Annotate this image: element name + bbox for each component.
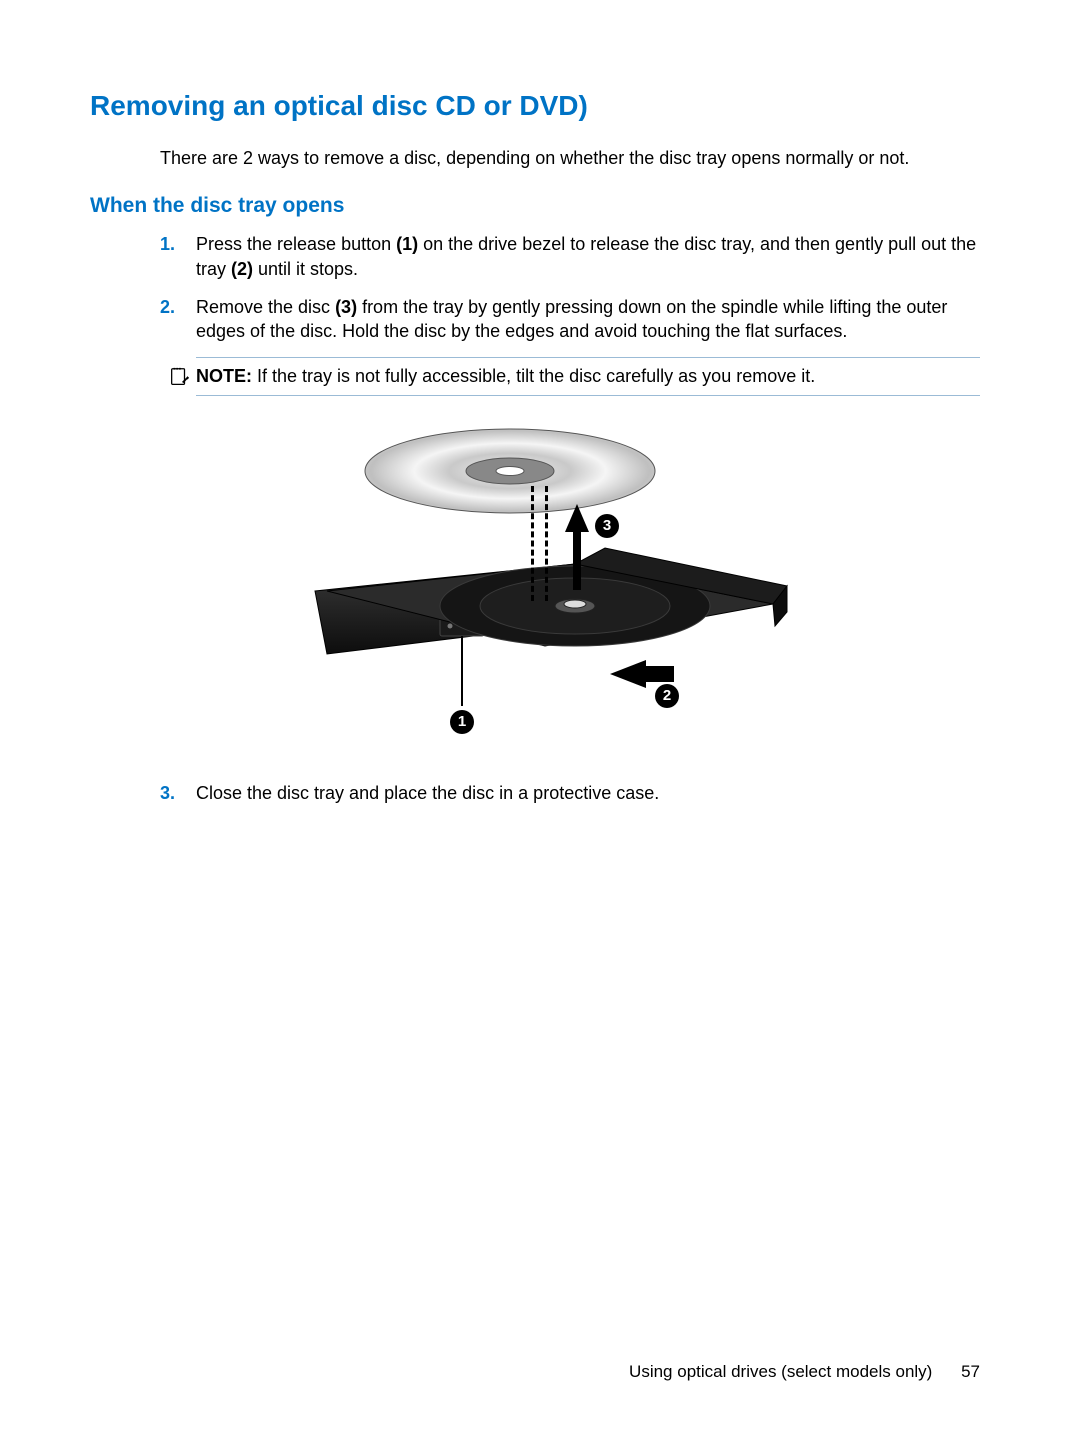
figure-callout: 1 [450,710,474,734]
step-text: Close the disc tray and place the disc i… [196,783,659,803]
callout-ref: (2) [231,259,253,279]
step-item: 1. Press the release button (1) on the d… [160,232,980,281]
drive-svg [275,416,795,746]
step-number: 3. [160,781,175,805]
note-label: NOTE: [196,366,252,386]
step-list: 1. Press the release button (1) on the d… [90,232,980,343]
step-number: 1. [160,232,175,256]
step-number: 2. [160,295,175,319]
footer-section: Using optical drives (select models only… [629,1362,932,1381]
pointer-line [461,636,463,706]
alignment-line [531,486,534,601]
figure-callout: 2 [655,684,679,708]
arrow-left-icon [610,660,646,688]
page-footer: Using optical drives (select models only… [629,1362,980,1382]
step-item: 2. Remove the disc (3) from the tray by … [160,295,980,344]
page-number: 57 [961,1362,980,1381]
optical-drive-illustration: 3 2 1 [275,416,795,746]
arrow-up-icon [565,504,589,532]
step-text: Press the release button [196,234,396,254]
page-title: Removing an optical disc CD or DVD) [90,90,980,122]
alignment-line [545,486,548,601]
step-item: 3. Close the disc tray and place the dis… [160,781,980,805]
intro-text: There are 2 ways to remove a disc, depen… [90,146,980,170]
document-page: Removing an optical disc CD or DVD) Ther… [0,0,1080,1437]
callout-ref: (3) [335,297,357,317]
note-text: If the tray is not fully accessible, til… [252,366,815,386]
section-heading: When the disc tray opens [90,194,980,218]
note-icon [168,366,190,388]
figure: 3 2 1 [90,416,980,751]
step-text: Remove the disc [196,297,335,317]
callout-ref: (1) [396,234,418,254]
figure-callout: 3 [595,514,619,538]
note-box: NOTE: If the tray is not fully accessibl… [196,357,980,395]
step-text: until it stops. [253,259,358,279]
step-list: 3. Close the disc tray and place the dis… [90,781,980,805]
